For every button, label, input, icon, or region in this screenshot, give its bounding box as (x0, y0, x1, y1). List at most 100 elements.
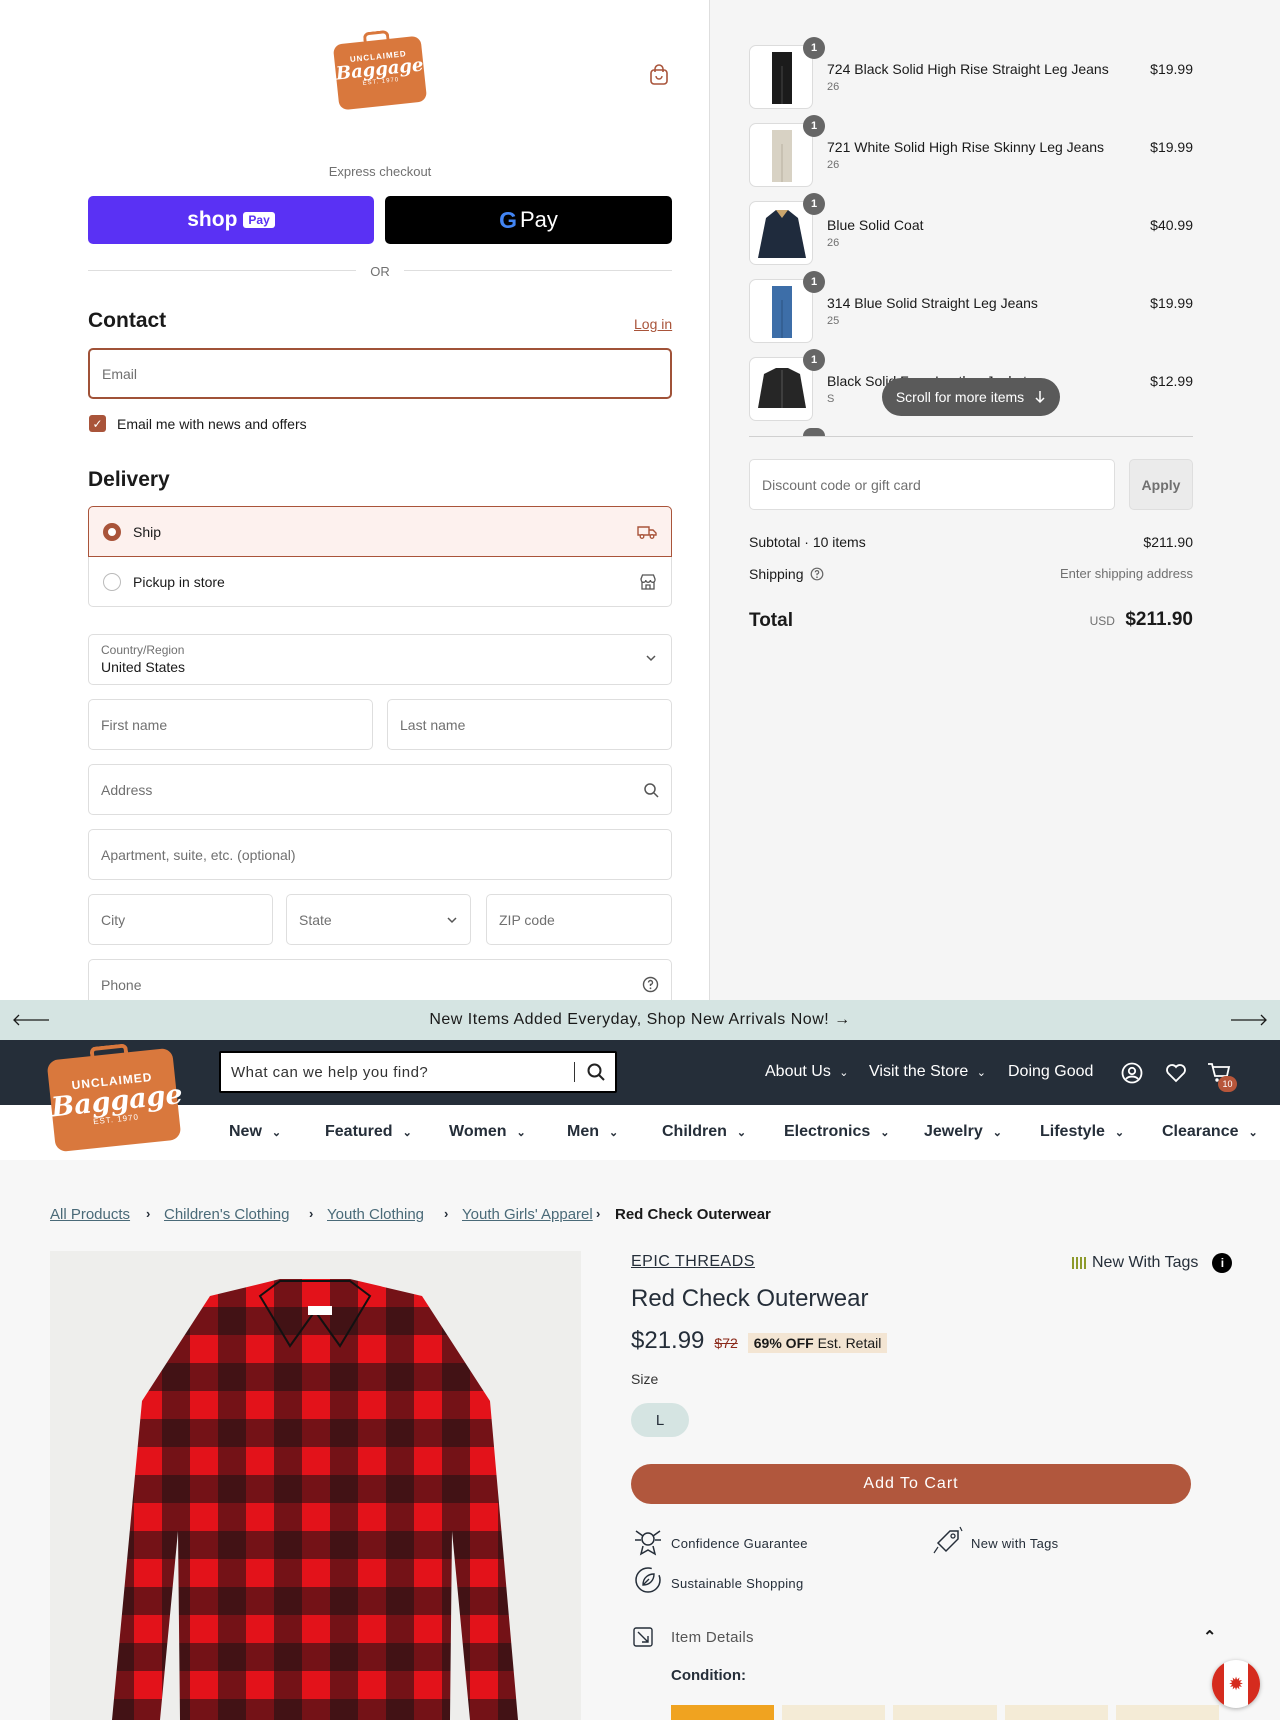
add-to-cart-button[interactable]: Add To Cart (631, 1464, 1191, 1504)
arrow-right-icon[interactable] (1230, 1014, 1268, 1026)
google-pay-button[interactable]: G Pay (385, 196, 672, 244)
shop-pay-button[interactable]: shop Pay (88, 196, 374, 244)
email-field[interactable]: Email (88, 348, 672, 399)
category-label: Jewelry (924, 1123, 983, 1140)
chevron-down-icon: ⌄ (976, 1067, 986, 1079)
total-label: Total (749, 610, 793, 631)
condition-segment-2 (782, 1705, 886, 1720)
truck-icon (637, 525, 657, 539)
login-link[interactable]: Log in (634, 316, 672, 332)
country-select[interactable]: Country/Region United States (88, 634, 672, 685)
subtotal-value: $211.90 (1143, 534, 1193, 550)
heart-icon[interactable] (1165, 1063, 1187, 1083)
condition-segment-1 (671, 1705, 775, 1720)
item-size: 25 (827, 315, 840, 327)
apartment-placeholder: Apartment, suite, etc. (optional) (101, 846, 296, 863)
breadcrumb-link[interactable]: Children's Clothing (164, 1206, 289, 1223)
breadcrumb-link[interactable]: All Products (50, 1206, 130, 1223)
category-children[interactable]: Children ⌄ (662, 1123, 746, 1141)
last-name-field[interactable]: Last name (387, 699, 672, 750)
arrow-left-icon[interactable] (12, 1014, 50, 1026)
category-jewelry[interactable]: Jewelry ⌄ (924, 1123, 1002, 1141)
phone-field[interactable]: Phone (88, 959, 672, 1000)
nav-about-us[interactable]: About Us ⌄ (765, 1063, 848, 1081)
info-icon[interactable]: i (1212, 1253, 1233, 1273)
condition-bar (671, 1705, 1220, 1720)
feature-sustainable: Sustainable Shopping (671, 1576, 804, 1591)
promo-banner-text[interactable]: New Items Added Everyday, Shop New Arriv… (429, 1011, 850, 1029)
next-item-badge-peek (803, 428, 825, 436)
search-placeholder: What can we help you find? (231, 1063, 429, 1081)
search-icon[interactable] (587, 1063, 605, 1081)
scroll-hint-pill[interactable]: Scroll for more items (882, 378, 1060, 416)
apartment-field[interactable]: Apartment, suite, etc. (optional) (88, 829, 672, 880)
contact-heading: Contact (88, 309, 167, 332)
chevron-down-icon: ⌄ (1114, 1127, 1125, 1139)
help-circle-icon[interactable] (810, 567, 824, 581)
shipping-value: Enter shipping address (1060, 566, 1193, 581)
discount-percent: 69% OFF (753, 1335, 814, 1351)
delivery-option-pickup[interactable]: Pickup in store (88, 557, 672, 607)
quantity-badge: 1 (803, 349, 825, 371)
item-image (772, 286, 792, 338)
shop-pay-wordmark: shop (187, 208, 238, 231)
item-price: $40.99 (1150, 217, 1193, 233)
search-box[interactable]: What can we help you find? (219, 1051, 617, 1093)
ship-radio[interactable] (103, 522, 121, 541)
category-women[interactable]: Women ⌄ (449, 1123, 526, 1141)
phone-placeholder: Phone (101, 976, 142, 993)
promo-banner[interactable]: New Items Added Everyday, Shop New Arriv… (0, 1000, 1280, 1040)
first-name-placeholder: First name (101, 716, 168, 733)
page: { "checkout": { "express_label": "Expres… (0, 0, 1280, 1720)
condition-segment-3 (893, 1705, 997, 1720)
total-value: $211.90 (1125, 609, 1193, 630)
news-checkbox[interactable]: ✓ (89, 415, 106, 432)
category-men[interactable]: Men ⌄ (567, 1123, 618, 1141)
state-select[interactable]: State (286, 894, 471, 945)
category-new[interactable]: New ⌄ (229, 1123, 281, 1141)
city-placeholder: City (101, 911, 126, 928)
city-field[interactable]: City (88, 894, 273, 945)
delivery-option-ship[interactable]: Ship (88, 506, 672, 557)
chevron-up-icon[interactable]: ⌃ (1203, 1627, 1216, 1647)
size-option-l[interactable]: L (631, 1403, 689, 1437)
help-circle-icon[interactable] (642, 976, 659, 993)
discount-code-field[interactable]: Discount code or gift card (749, 459, 1115, 510)
chevron-down-icon: ⌄ (516, 1127, 526, 1139)
flag-band-left (1212, 1660, 1224, 1708)
nav-visit-store[interactable]: Visit the Store ⌄ (869, 1063, 986, 1081)
retail-price: $72 (714, 1335, 738, 1351)
google-g-icon: G (499, 206, 517, 233)
category-electronics[interactable]: Electronics ⌄ (784, 1123, 889, 1141)
category-clearance[interactable]: Clearance ⌄ (1162, 1123, 1258, 1141)
item-name: 724 Black Solid High Rise Straight Leg J… (827, 61, 1109, 77)
delivery-heading: Delivery (88, 468, 170, 491)
address-field[interactable]: Address (88, 764, 672, 815)
item-thumbnail (749, 201, 813, 265)
product-image[interactable] (50, 1251, 581, 1720)
item-details-toggle[interactable]: Item Details (671, 1629, 754, 1646)
apply-button[interactable]: Apply (1129, 459, 1193, 510)
category-lifestyle[interactable]: Lifestyle ⌄ (1040, 1123, 1124, 1141)
category-featured[interactable]: Featured ⌄ (325, 1123, 412, 1141)
last-name-placeholder: Last name (400, 716, 466, 733)
first-name-field[interactable]: First name (88, 699, 373, 750)
discount-placeholder: Discount code or gift card (762, 476, 921, 493)
item-thumbnail (749, 123, 813, 187)
store-logo[interactable]: UNCLAIMED Baggage EST. 1970 (332, 29, 428, 111)
account-icon[interactable] (1121, 1062, 1143, 1084)
nav-doing-good[interactable]: Doing Good (1008, 1063, 1093, 1081)
store-logo-large[interactable]: UNCLAIMED Baggage EST. 1970 (46, 1043, 184, 1153)
breadcrumb-link[interactable]: Youth Clothing (327, 1206, 424, 1223)
shopping-bag-icon[interactable] (649, 64, 669, 86)
breadcrumb-link[interactable]: Youth Girls' Apparel (462, 1206, 593, 1223)
canada-flag-button[interactable]: ✹ (1212, 1660, 1260, 1708)
logo-handle-icon (362, 29, 390, 44)
chevron-down-icon: ⌄ (1248, 1127, 1258, 1139)
zip-field[interactable]: ZIP code (486, 894, 672, 945)
pickup-radio[interactable] (103, 572, 121, 591)
product-brand[interactable]: EPIC THREADS (631, 1253, 755, 1271)
breadcrumb-chevron-icon: › (309, 1206, 314, 1221)
tag-icon (933, 1526, 963, 1554)
pickup-label: Pickup in store (133, 573, 225, 590)
